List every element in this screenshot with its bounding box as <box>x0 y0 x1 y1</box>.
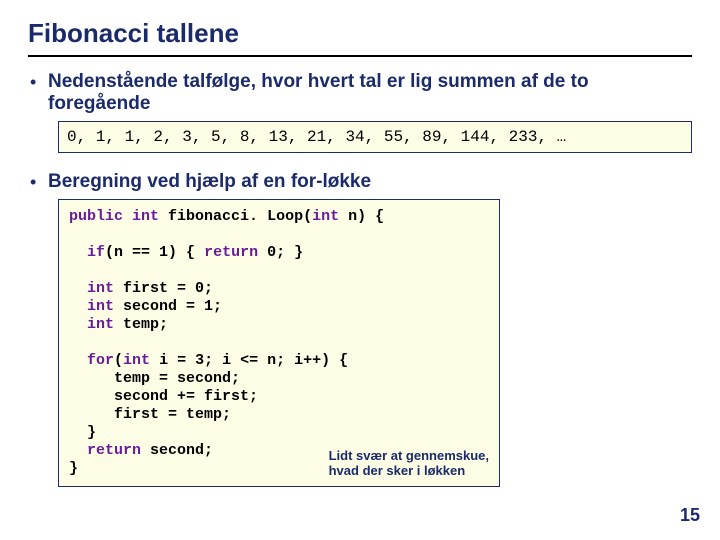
code-text: (n == 1) { <box>105 244 204 261</box>
code-text: } <box>69 460 78 477</box>
bullet-1: • Nedenstående talfølge, hvor hvert tal … <box>28 71 692 115</box>
bullet-2: • Beregning ved hjælp af en for-løkke <box>28 171 692 193</box>
kw-int: int <box>87 298 114 315</box>
code-text: first = temp; <box>114 406 231 423</box>
bullet-dot-icon: • <box>28 71 48 93</box>
kw-int: int <box>87 316 114 333</box>
kw-int: int <box>312 208 339 225</box>
code-box: public int fibonacci. Loop(int n) { if(n… <box>58 199 500 487</box>
slide-title: Fibonacci tallene <box>28 18 692 49</box>
bullet-1-text: Nedenstående talfølge, hvor hvert tal er… <box>48 71 692 115</box>
code-text: second += first; <box>114 388 258 405</box>
code-text: second = 1; <box>114 298 222 315</box>
kw-int: int <box>123 352 150 369</box>
code-text: i = 3; i <= n; i++) { <box>150 352 348 369</box>
annotation-line-1: Lidt svær at gennemskue, <box>329 448 489 463</box>
code-text: temp = second; <box>114 370 240 387</box>
code-text: n) { <box>339 208 384 225</box>
bullet-2-text: Beregning ved hjælp af en for-løkke <box>48 171 371 193</box>
code-annotation: Lidt svær at gennemskue, hvad der sker i… <box>329 448 489 478</box>
kw-int: int <box>132 208 159 225</box>
code-text: second; <box>141 442 213 459</box>
slide-content: Fibonacci tallene • Nedenstående talfølg… <box>0 0 720 487</box>
kw-return: return <box>204 244 258 261</box>
annotation-line-2: hvad der sker i løkken <box>329 463 466 478</box>
kw-int: int <box>87 280 114 297</box>
title-divider <box>28 55 692 57</box>
fn-name: fibonacci. Loop( <box>159 208 312 225</box>
code-content: public int fibonacci. Loop(int n) { if(n… <box>69 208 489 478</box>
code-text: first = 0; <box>114 280 213 297</box>
bullet-dot-icon: • <box>28 171 48 193</box>
code-text: 0; } <box>258 244 303 261</box>
page-number: 15 <box>680 505 700 526</box>
code-text: ( <box>114 352 123 369</box>
sequence-box: 0, 1, 1, 2, 3, 5, 8, 13, 21, 34, 55, 89,… <box>58 121 692 153</box>
kw-return: return <box>87 442 141 459</box>
code-text: temp; <box>114 316 168 333</box>
kw-if: if <box>87 244 105 261</box>
kw-public: public <box>69 208 123 225</box>
code-text: } <box>87 424 96 441</box>
kw-for: for <box>87 352 114 369</box>
